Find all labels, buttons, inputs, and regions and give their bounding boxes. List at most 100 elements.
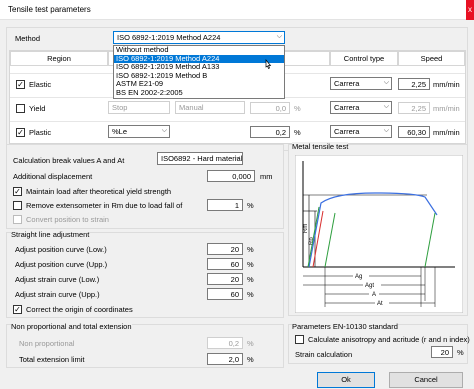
method-label: Method: [15, 34, 41, 43]
method-panel: Method ISO 6892-1:2019 Method A224 ⌵ Reg…: [6, 27, 468, 151]
adjust-label: Adjust position curve (Low.): [15, 245, 107, 254]
control-type-select[interactable]: Carrera ⌵: [330, 101, 392, 114]
method-option[interactable]: BS EN 2002-2:2005: [114, 88, 284, 98]
convert-position-checkbox[interactable]: [13, 215, 22, 224]
speed-unit: mm/min: [433, 128, 460, 137]
chevron-down-icon: ⌵: [383, 127, 389, 134]
total-extension-input[interactable]: 2,0: [207, 353, 243, 365]
additional-displacement-label: Additional displacement: [13, 172, 93, 181]
non-proportional-input[interactable]: 0,2: [207, 337, 243, 349]
remove-extensometer-input[interactable]: 1: [207, 199, 243, 211]
plastic-checkbox[interactable]: ✓: [16, 128, 25, 137]
adjust-unit: %: [247, 245, 254, 254]
additional-displacement-input[interactable]: 0,000: [207, 170, 255, 182]
chevron-down-icon: ⌵: [383, 103, 389, 110]
control-type-select[interactable]: Carrera ⌵: [330, 77, 392, 90]
at-label: At: [377, 301, 383, 307]
maintain-load-label: Maintain load after theoretical yield st…: [26, 187, 172, 196]
rm-label: Rm: [303, 224, 309, 233]
header-region: Region: [10, 51, 108, 66]
a-label: A: [372, 292, 376, 298]
title-bar: Tensile test parameters x: [0, 0, 474, 20]
table-row: Yield Stop Manual 0,0 % Carrera ⌵ 2,25 mm…: [10, 97, 465, 117]
header-speed: Speed: [398, 51, 465, 66]
non-proportional-panel: Non proportional and total extension Non…: [6, 322, 284, 368]
chevron-down-icon: ⌵: [276, 33, 282, 40]
elastic-checkbox[interactable]: ✓: [16, 80, 25, 89]
anisotropy-checkbox[interactable]: [295, 335, 304, 344]
mouse-cursor-icon: [265, 59, 272, 69]
yield-param-select[interactable]: Stop: [108, 101, 170, 114]
remove-extensometer-checkbox[interactable]: [13, 201, 22, 210]
adjust-strain-upp-input[interactable]: 60: [207, 288, 243, 300]
non-proportional-title: Non proportional and total extension: [11, 322, 132, 331]
stress-strain-diagram: Rm Rp Ag Agt A At: [295, 155, 463, 313]
ok-button[interactable]: Ok: [317, 372, 375, 388]
adjust-position-low-input[interactable]: 20: [207, 243, 243, 255]
plastic-value-unit: %: [294, 128, 301, 137]
speed-unit: mm/min: [433, 80, 460, 89]
convert-position-label: Convert position to strain: [26, 215, 109, 224]
chevron-down-icon: ⌵: [234, 154, 240, 161]
adjust-position-upp-input[interactable]: 60: [207, 258, 243, 270]
strain-calculation-input[interactable]: 20: [431, 346, 453, 358]
remove-extensometer-label: Remove extensometer in Rm due to load fa…: [26, 201, 183, 210]
yield-mode-select[interactable]: Manual: [175, 101, 245, 114]
yield-value-input[interactable]: 0,0: [250, 102, 290, 114]
non-proportional-label: Non proportional: [19, 339, 75, 348]
cancel-button[interactable]: Cancel: [389, 372, 463, 388]
metal-tensile-title: Metal tensile test: [292, 142, 349, 151]
adjust-strain-low-input[interactable]: 20: [207, 273, 243, 285]
additional-displacement-unit: mm: [260, 172, 273, 181]
method-selected-value: ISO 6892-1:2019 Method A224: [117, 33, 221, 42]
control-type-value: Carrera: [334, 79, 360, 88]
en10130-title: Parameters EN-10130 standard: [292, 322, 398, 331]
plastic-param-value: %Le: [112, 127, 128, 136]
calculation-panel: Calculation break values A and At ISO689…: [6, 144, 284, 229]
yield-param-value: Stop: [112, 103, 128, 112]
region-name: Elastic: [29, 80, 52, 89]
non-proportional-unit: %: [247, 339, 254, 348]
straight-line-title: Straight line adjustment: [11, 230, 90, 239]
chevron-down-icon: ⌵: [383, 79, 389, 86]
ag-label: Ag: [355, 274, 362, 280]
en10130-panel: Parameters EN-10130 standard Calculate a…: [288, 322, 470, 364]
speed-input[interactable]: 60,30: [398, 126, 430, 138]
strain-calculation-unit: %: [457, 348, 464, 357]
maintain-load-checkbox[interactable]: ✓: [13, 187, 22, 196]
region-name: Plastic: [29, 128, 52, 137]
correct-origin-label: Correct the origin of coordinates: [26, 305, 133, 314]
total-extension-label: Total extension limit: [19, 355, 85, 364]
adjust-label: Adjust strain curve (Low.): [15, 275, 100, 284]
control-type-value: Carrera: [334, 127, 360, 136]
adjust-unit: %: [247, 290, 254, 299]
method-dropdown-list: Without method ISO 6892-1:2019 Method A2…: [113, 45, 285, 99]
adjust-unit: %: [247, 275, 254, 284]
yield-value-unit: %: [294, 104, 301, 113]
remove-extensometer-unit: %: [247, 201, 254, 210]
table-row: ✓ Plastic %Le ⌵ 0,2 % Carrera ⌵ 60,30 mm/m…: [10, 121, 465, 143]
adjust-unit: %: [247, 260, 254, 269]
correct-origin-checkbox[interactable]: ✓: [13, 305, 22, 314]
chevron-down-icon: ⌵: [161, 127, 167, 134]
plastic-param-select[interactable]: %Le ⌵: [108, 125, 170, 138]
control-type-select[interactable]: Carrera ⌵: [330, 125, 392, 138]
window-title: Tensile test parameters: [8, 5, 91, 14]
agt-label: Agt: [365, 283, 374, 289]
break-values-select[interactable]: ISO6892 - Hard material ⌵: [157, 152, 243, 165]
speed-unit: mm/min: [433, 104, 460, 113]
speed-input[interactable]: 2,25: [398, 102, 430, 114]
yield-checkbox[interactable]: [16, 104, 25, 113]
metal-tensile-panel: Metal tensile test Rm Rp Ag Agt A At: [288, 142, 468, 316]
close-button[interactable]: x: [466, 0, 474, 20]
plastic-value-input[interactable]: 0,2: [250, 126, 290, 138]
break-values-label: Calculation break values A and At: [13, 156, 125, 165]
strain-calculation-label: Strain calculation: [295, 350, 353, 359]
adjust-label: Adjust position curve (Upp.): [15, 260, 108, 269]
total-extension-unit: %: [247, 355, 254, 364]
method-select[interactable]: ISO 6892-1:2019 Method A224 ⌵: [113, 31, 285, 44]
speed-input[interactable]: 2,25: [398, 78, 430, 90]
header-control-type: Control type: [330, 51, 398, 66]
break-values-value: ISO6892 - Hard material: [161, 154, 243, 163]
region-name: Yield: [29, 104, 46, 113]
